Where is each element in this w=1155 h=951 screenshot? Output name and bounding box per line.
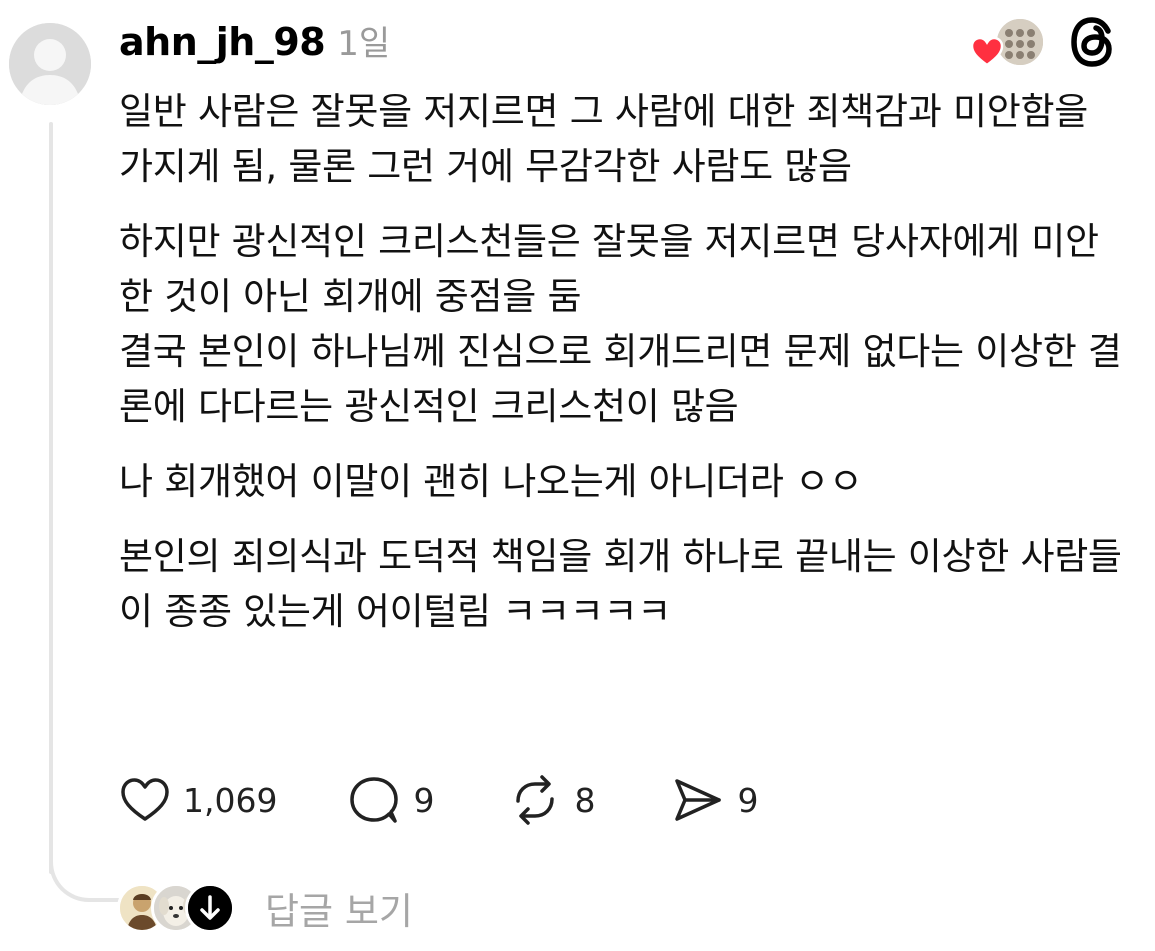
thread-line-curve [49,840,121,902]
post-paragraph: 본인의 죄의식과 도덕적 책임을 회개 하나로 끝내는 이상한 사람들이 종종 … [119,535,1122,633]
thread-line [49,122,53,874]
username[interactable]: ahn_jh_98 [119,20,326,64]
default-avatar-icon [9,23,91,105]
threads-logo-icon[interactable] [1068,16,1116,68]
comment-button[interactable]: 9 [347,774,434,826]
comment-count: 9 [413,780,435,820]
post-paragraph: 일반 사람은 잘못을 저지르면 그 사람에 대한 죄책감과 미안함을 가지게 됨… [119,90,1088,188]
arrow-down-icon [188,886,232,930]
liked-by-indicator[interactable] [970,16,1046,68]
post-paragraph: 나 회개했어 이말이 괜히 나오는게 아니더라 ㅇㅇ [119,460,863,503]
view-replies-label[interactable]: 답글 보기 [265,881,413,935]
post-time: 1일 [337,24,391,64]
post-body: 일반 사람은 잘못을 저지르면 그 사람에 대한 죄책감과 미안함을 가지게 됨… [119,84,1129,639]
author-avatar[interactable] [9,23,91,105]
post-header: ahn_jh_98 1일 [119,16,390,68]
speech-bubble-icon [350,777,399,823]
like-button[interactable]: 1,069 [119,775,277,825]
repost-button[interactable]: 8 [508,774,595,826]
share-count: 9 [737,780,759,820]
share-button[interactable]: 9 [671,774,758,826]
like-count: 1,069 [183,780,278,820]
action-bar: 1,069 9 8 9 [119,772,758,828]
paper-plane-icon [675,779,722,821]
post-paragraph: 하지만 광신적인 크리스천들은 잘못을 저지르면 당사자에게 미안한 것이 아닌… [119,220,1122,428]
repost-count: 8 [574,780,596,820]
repost-arrows-icon [516,775,555,825]
heart-filled-icon [970,36,1004,67]
heart-outline-icon [121,778,169,821]
view-replies[interactable]: 답글 보기 [117,880,413,936]
expand-replies-button[interactable] [185,883,235,933]
